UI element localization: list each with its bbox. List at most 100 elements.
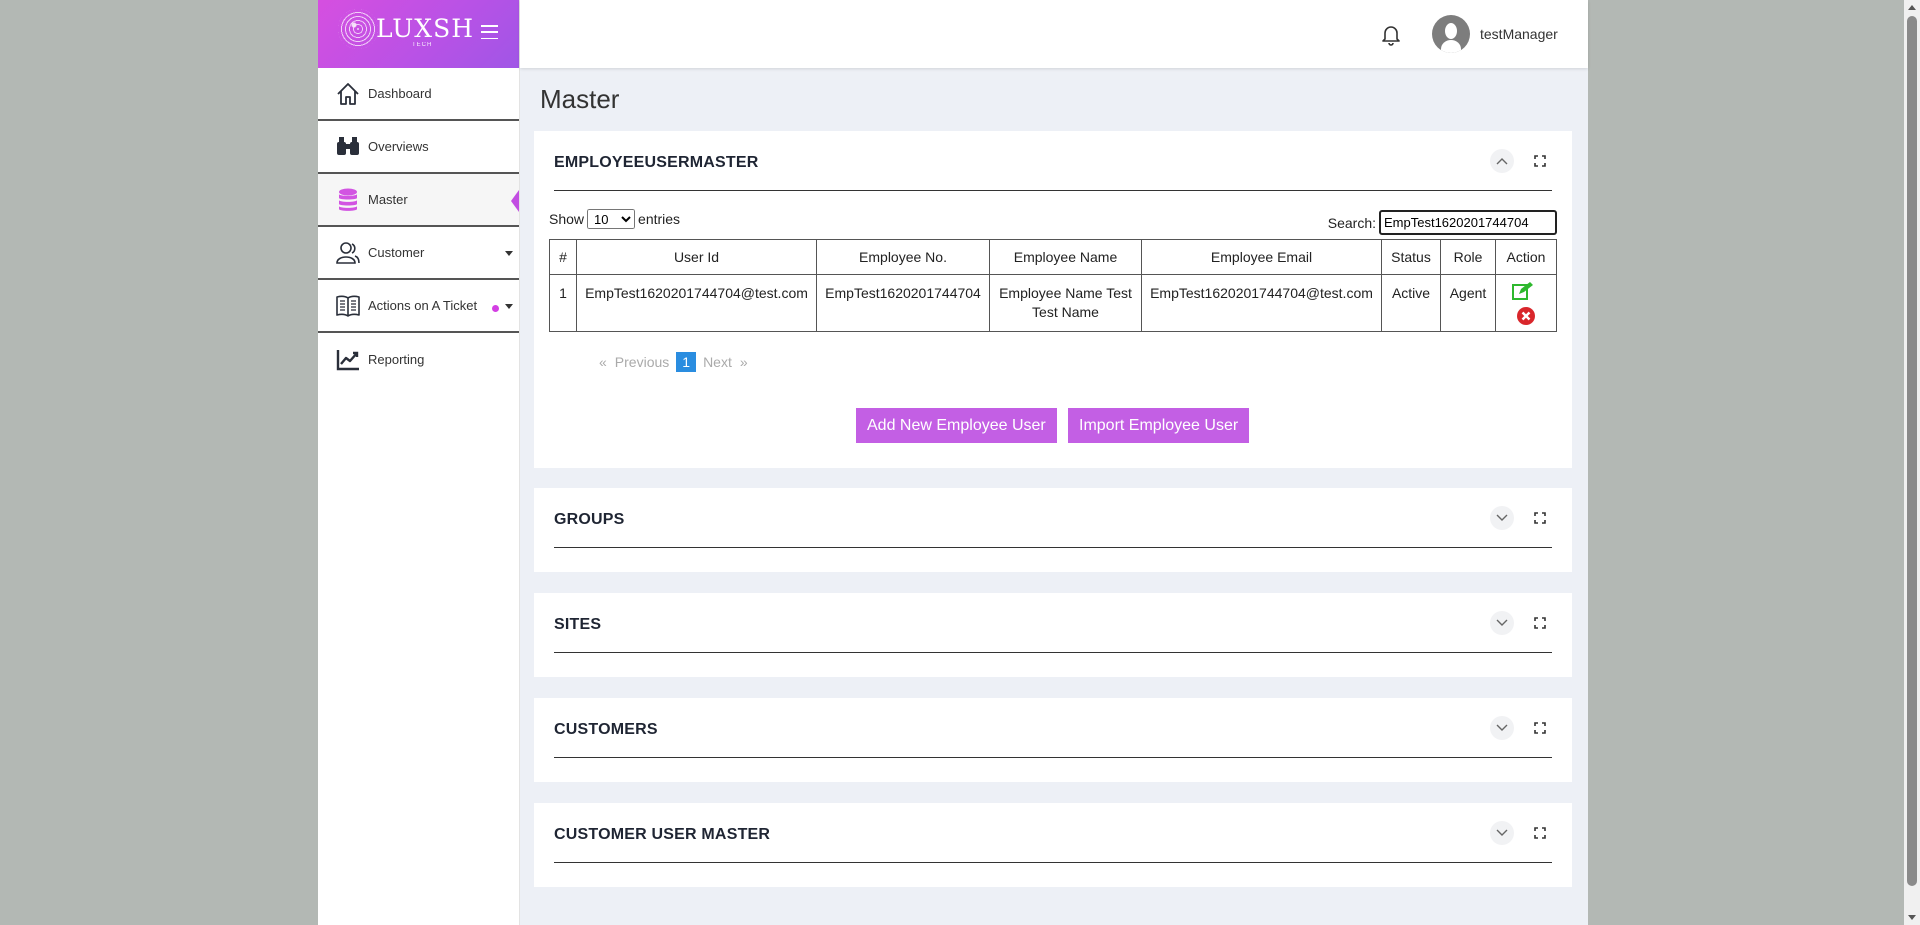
column-header[interactable]: Role xyxy=(1440,239,1496,275)
scrollbar-thumb[interactable] xyxy=(1907,16,1917,886)
brand-name: LUXSH xyxy=(376,14,475,43)
entries-select[interactable]: 10 25 50 100 xyxy=(587,209,636,229)
sidebar: LUXSH TECH Dashboard Overviews Master Cu… xyxy=(318,0,520,925)
fullscreen-button[interactable] xyxy=(1528,821,1552,845)
column-header: Action xyxy=(1495,239,1557,275)
add-employee-user-button[interactable]: Add New Employee User xyxy=(856,408,1057,443)
top-bar: testManager xyxy=(520,0,1588,68)
expand-icon xyxy=(1534,827,1546,839)
active-indicator xyxy=(511,190,519,212)
search-label: Search: xyxy=(1327,214,1376,231)
panel-header[interactable]: CUSTOMER USER MASTER xyxy=(554,803,1552,863)
cell-status: Active xyxy=(1381,274,1441,332)
sidebar-item-label: Overviews xyxy=(368,139,429,154)
chart-line-icon xyxy=(334,346,362,374)
column-header[interactable]: # xyxy=(549,239,577,275)
panel-header: EMPLOYEEUSERMASTER xyxy=(554,131,1552,191)
table-header-row: # User Id Employee No. Employee Name Emp… xyxy=(549,239,1557,275)
panel-title: EMPLOYEEUSERMASTER xyxy=(554,154,759,171)
chevron-up-icon xyxy=(1496,158,1508,165)
expand-icon xyxy=(1534,722,1546,734)
expand-panel-button[interactable] xyxy=(1490,611,1514,635)
fullscreen-button[interactable] xyxy=(1528,716,1552,740)
brand-logo-icon xyxy=(338,9,378,49)
pager-next[interactable]: Next xyxy=(699,354,736,370)
column-header[interactable]: Employee No. xyxy=(816,239,990,275)
sidebar-item-label: Actions on A Ticket xyxy=(368,298,478,313)
panel-employee-user-master: EMPLOYEEUSERMASTER Show 10 25 50 100 ent… xyxy=(534,131,1572,468)
delete-icon[interactable] xyxy=(1516,306,1536,331)
pager-first[interactable]: « xyxy=(595,354,611,370)
collapse-button[interactable] xyxy=(1490,149,1514,173)
scroll-down-icon[interactable] xyxy=(1908,915,1916,920)
column-header[interactable]: User Id xyxy=(576,239,817,275)
sidebar-item-label: Dashboard xyxy=(368,86,432,101)
expand-panel-button[interactable] xyxy=(1490,716,1514,740)
panel-customer-user-master: CUSTOMER USER MASTER xyxy=(534,803,1572,887)
sidebar-item-actions-on-a-ticket[interactable]: Actions on A Ticket xyxy=(318,280,519,333)
cell-employee-no: EmpTest1620201744704 xyxy=(816,274,990,332)
book-icon xyxy=(334,292,362,320)
table-search: Search: xyxy=(1328,210,1557,235)
sidebar-item-master[interactable]: Master xyxy=(318,174,519,227)
pager-previous[interactable]: Previous xyxy=(611,354,673,370)
panel-header[interactable]: SITES xyxy=(554,593,1552,653)
page-title: Master xyxy=(540,84,620,114)
database-icon xyxy=(334,186,362,214)
brand-subtitle: TECH xyxy=(412,42,433,48)
chevron-down-icon xyxy=(1496,724,1508,731)
search-input[interactable] xyxy=(1379,210,1557,235)
panel-title: GROUPS xyxy=(554,511,625,528)
panel-title: CUSTOMERS xyxy=(554,721,658,738)
cell-user-id: EmpTest1620201744704@test.com xyxy=(576,274,817,332)
avatar[interactable] xyxy=(1432,15,1470,53)
panel-header[interactable]: CUSTOMERS xyxy=(554,698,1552,758)
chevron-down-icon xyxy=(1496,619,1508,626)
entries-label: entries xyxy=(638,211,681,227)
username-label[interactable]: testManager xyxy=(1480,26,1558,42)
pagination: « Previous 1 Next » xyxy=(595,352,752,372)
bell-icon[interactable] xyxy=(1381,24,1401,51)
edit-icon[interactable] xyxy=(1512,281,1534,306)
panel-groups: GROUPS xyxy=(534,488,1572,572)
entries-length-control: Show 10 25 50 100 entries xyxy=(549,209,680,229)
pager-last[interactable]: » xyxy=(736,354,752,370)
table-row: 1 EmpTest1620201744704@test.com EmpTest1… xyxy=(549,274,1557,332)
caret-down-icon xyxy=(505,304,513,309)
scroll-up-icon[interactable] xyxy=(1908,5,1916,10)
sidebar-item-reporting[interactable]: Reporting xyxy=(318,333,519,386)
employee-table: # User Id Employee No. Employee Name Emp… xyxy=(549,239,1557,332)
column-header[interactable]: Employee Name xyxy=(989,239,1142,275)
panel-title: CUSTOMER USER MASTER xyxy=(554,826,771,843)
chevron-down-icon xyxy=(1496,829,1508,836)
expand-icon xyxy=(1534,617,1546,629)
column-header[interactable]: Employee Email xyxy=(1141,239,1382,275)
menu-toggle-icon[interactable] xyxy=(481,25,498,39)
sidebar-item-label: Customer xyxy=(368,245,425,260)
expand-icon xyxy=(1534,512,1546,524)
cell-employee-email: EmpTest1620201744704@test.com xyxy=(1141,274,1382,332)
column-header[interactable]: Status xyxy=(1381,239,1441,275)
brand-header: LUXSH TECH xyxy=(318,0,519,68)
panel-sites: SITES xyxy=(534,593,1572,677)
page-scrollbar[interactable] xyxy=(1904,0,1920,925)
sidebar-item-customer[interactable]: Customer xyxy=(318,227,519,280)
pager-current-page[interactable]: 1 xyxy=(676,352,697,372)
fullscreen-button[interactable] xyxy=(1528,149,1552,173)
expand-panel-button[interactable] xyxy=(1490,821,1514,845)
home-icon xyxy=(334,80,362,108)
fullscreen-button[interactable] xyxy=(1528,611,1552,635)
fullscreen-button[interactable] xyxy=(1528,506,1552,530)
expand-panel-button[interactable] xyxy=(1490,506,1514,530)
chevron-down-icon xyxy=(1496,514,1508,521)
sidebar-item-label: Reporting xyxy=(368,352,425,367)
cell-num: 1 xyxy=(549,274,577,332)
show-label: Show xyxy=(549,211,585,227)
sidebar-item-overviews[interactable]: Overviews xyxy=(318,121,519,174)
users-icon xyxy=(334,239,362,267)
import-employee-user-button[interactable]: Import Employee User xyxy=(1068,408,1250,443)
sidebar-item-dashboard[interactable]: Dashboard xyxy=(318,68,519,121)
panel-header[interactable]: GROUPS xyxy=(554,488,1552,548)
caret-down-icon xyxy=(505,251,513,256)
panel-customers: CUSTOMERS xyxy=(534,698,1572,782)
